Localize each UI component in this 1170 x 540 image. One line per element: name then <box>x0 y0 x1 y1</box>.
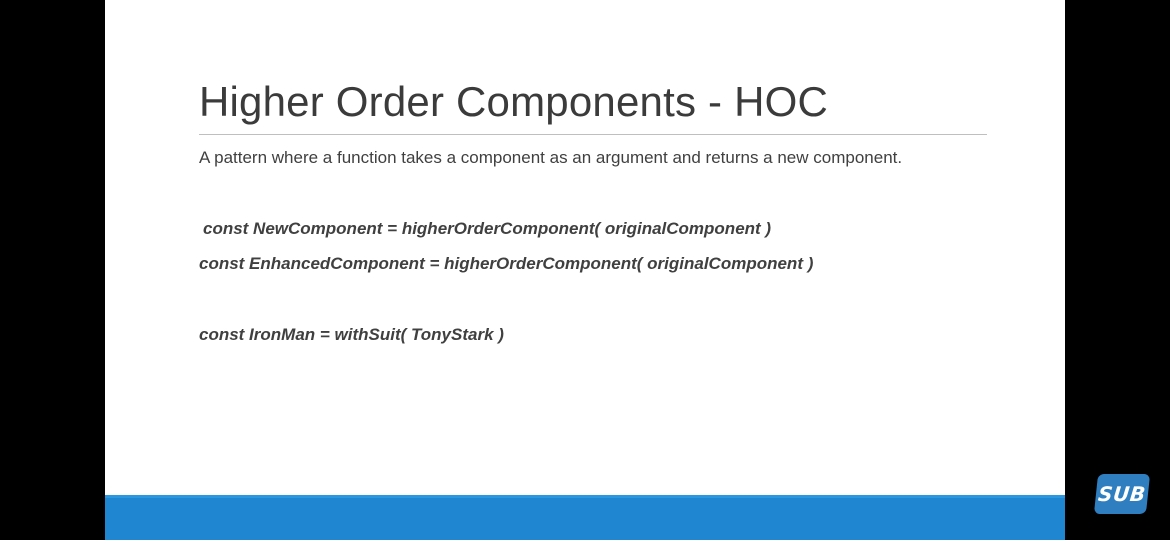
code-line-iron-man: const IronMan = withSuit( TonyStark ) <box>199 325 504 344</box>
slide-subtitle: A pattern where a function takes a compo… <box>199 148 903 167</box>
subscribe-badge-label: SUB <box>1097 482 1147 506</box>
code-line-new-component: const NewComponent = higherOrderComponen… <box>203 219 772 238</box>
presentation-slide: Higher Order Components - HOC A pattern … <box>105 0 1065 540</box>
title-divider <box>199 134 987 135</box>
slide-title: Higher Order Components - HOC <box>199 78 829 125</box>
video-frame: Higher Order Components - HOC A pattern … <box>0 0 1170 540</box>
accent-bar <box>105 498 1065 540</box>
code-line-enhanced-component: const EnhancedComponent = higherOrderCom… <box>199 254 814 273</box>
subscribe-badge-icon[interactable]: SUB <box>1093 474 1151 514</box>
